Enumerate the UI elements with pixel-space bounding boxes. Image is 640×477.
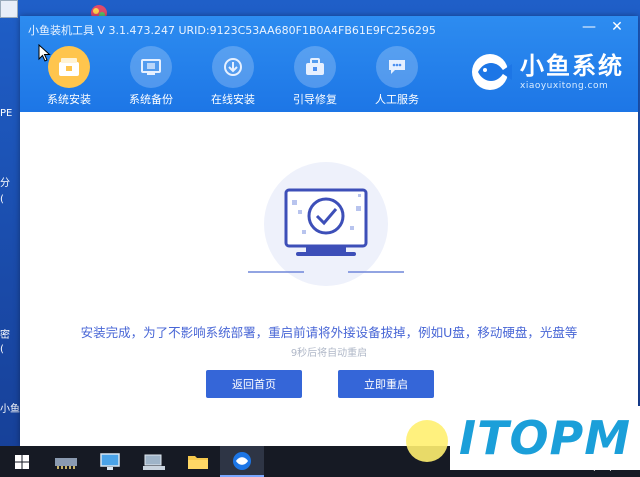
reboot-now-button[interactable]: 立即重启 bbox=[338, 370, 434, 398]
nav-label: 人工服务 bbox=[375, 93, 419, 106]
nav-label: 在线安装 bbox=[211, 93, 255, 106]
nav-label: 系统安装 bbox=[47, 93, 91, 106]
desktop-label: 密 bbox=[0, 330, 10, 341]
computer-icon bbox=[0, 0, 18, 18]
reboot-countdown: 9秒后将自动重启 bbox=[290, 348, 368, 359]
folder-icon bbox=[188, 455, 208, 469]
return-home-button[interactable]: 返回首页 bbox=[206, 370, 302, 398]
memory-chip-icon bbox=[55, 457, 77, 469]
chat-icon bbox=[376, 46, 418, 88]
nav-label: 引导修复 bbox=[293, 93, 337, 106]
network-computer-icon bbox=[143, 454, 165, 470]
watermark-text: ITOPM bbox=[458, 411, 632, 465]
taskbar-app-monitor[interactable] bbox=[88, 446, 132, 477]
taskbar-app-installer[interactable] bbox=[220, 446, 264, 477]
nav-item-manual-service[interactable]: 人工服务 bbox=[356, 46, 438, 106]
title-bar: 小鱼装机工具 V 3.1.473.247 URID:9123C53AA680F1… bbox=[20, 16, 638, 112]
brand-title: 小鱼系统 bbox=[520, 52, 624, 80]
nav-item-system-backup[interactable]: 系统备份 bbox=[110, 46, 192, 106]
nav-item-online-install[interactable]: 在线安装 bbox=[192, 46, 274, 106]
installer-app-icon bbox=[233, 451, 251, 470]
nav-item-boot-repair[interactable]: 引导修复 bbox=[274, 46, 356, 106]
desktop-label: PE bbox=[0, 108, 13, 119]
close-button[interactable]: ✕ bbox=[606, 18, 628, 36]
backup-icon bbox=[130, 46, 172, 88]
toolbox-icon bbox=[294, 46, 336, 88]
windows-icon bbox=[15, 454, 29, 469]
taskbar-app-memory[interactable] bbox=[44, 446, 88, 477]
brand-logo: 小鱼系统 xiaoyuxitong.com bbox=[470, 44, 624, 100]
installer-window: 小鱼装机工具 V 3.1.473.247 URID:9123C53AA680F1… bbox=[20, 16, 638, 446]
desktop-label: 小鱼 bbox=[0, 404, 20, 415]
desktop-label: ( bbox=[0, 344, 4, 355]
main-nav: 系统安装 系统备份 在线安装 引导修复 人工服务 bbox=[28, 46, 438, 106]
watermark: ITOPM bbox=[450, 406, 640, 470]
install-icon bbox=[48, 46, 90, 88]
taskbar-app-network[interactable] bbox=[132, 446, 176, 477]
install-complete-message: 安装完成，为了不影响系统部署，重启前请将外接设备拔掉，例如U盘，移动硬盘，光盘等 bbox=[80, 325, 578, 340]
window-title: 小鱼装机工具 V 3.1.473.247 URID:9123C53AA680F1… bbox=[28, 24, 436, 37]
mouse-cursor-icon bbox=[38, 44, 51, 62]
cursor-highlight bbox=[406, 420, 448, 462]
desktop-shortcut[interactable] bbox=[0, 0, 20, 20]
brand-subtitle: xiaoyuxitong.com bbox=[520, 81, 609, 91]
fish-logo-icon bbox=[472, 54, 512, 90]
content-area: 安装完成，为了不影响系统部署，重启前请将外接设备拔掉，例如U盘，移动硬盘，光盘等… bbox=[20, 112, 638, 446]
taskbar-app-explorer[interactable] bbox=[176, 446, 220, 477]
desktop-label: 分 bbox=[0, 178, 10, 189]
download-icon bbox=[212, 46, 254, 88]
start-button[interactable] bbox=[0, 446, 44, 477]
minimize-button[interactable]: — bbox=[578, 18, 600, 36]
nav-label: 系统备份 bbox=[129, 93, 173, 106]
install-complete-illustration bbox=[248, 162, 404, 286]
desktop-label: ( bbox=[0, 194, 4, 205]
monitor-icon bbox=[100, 452, 120, 470]
